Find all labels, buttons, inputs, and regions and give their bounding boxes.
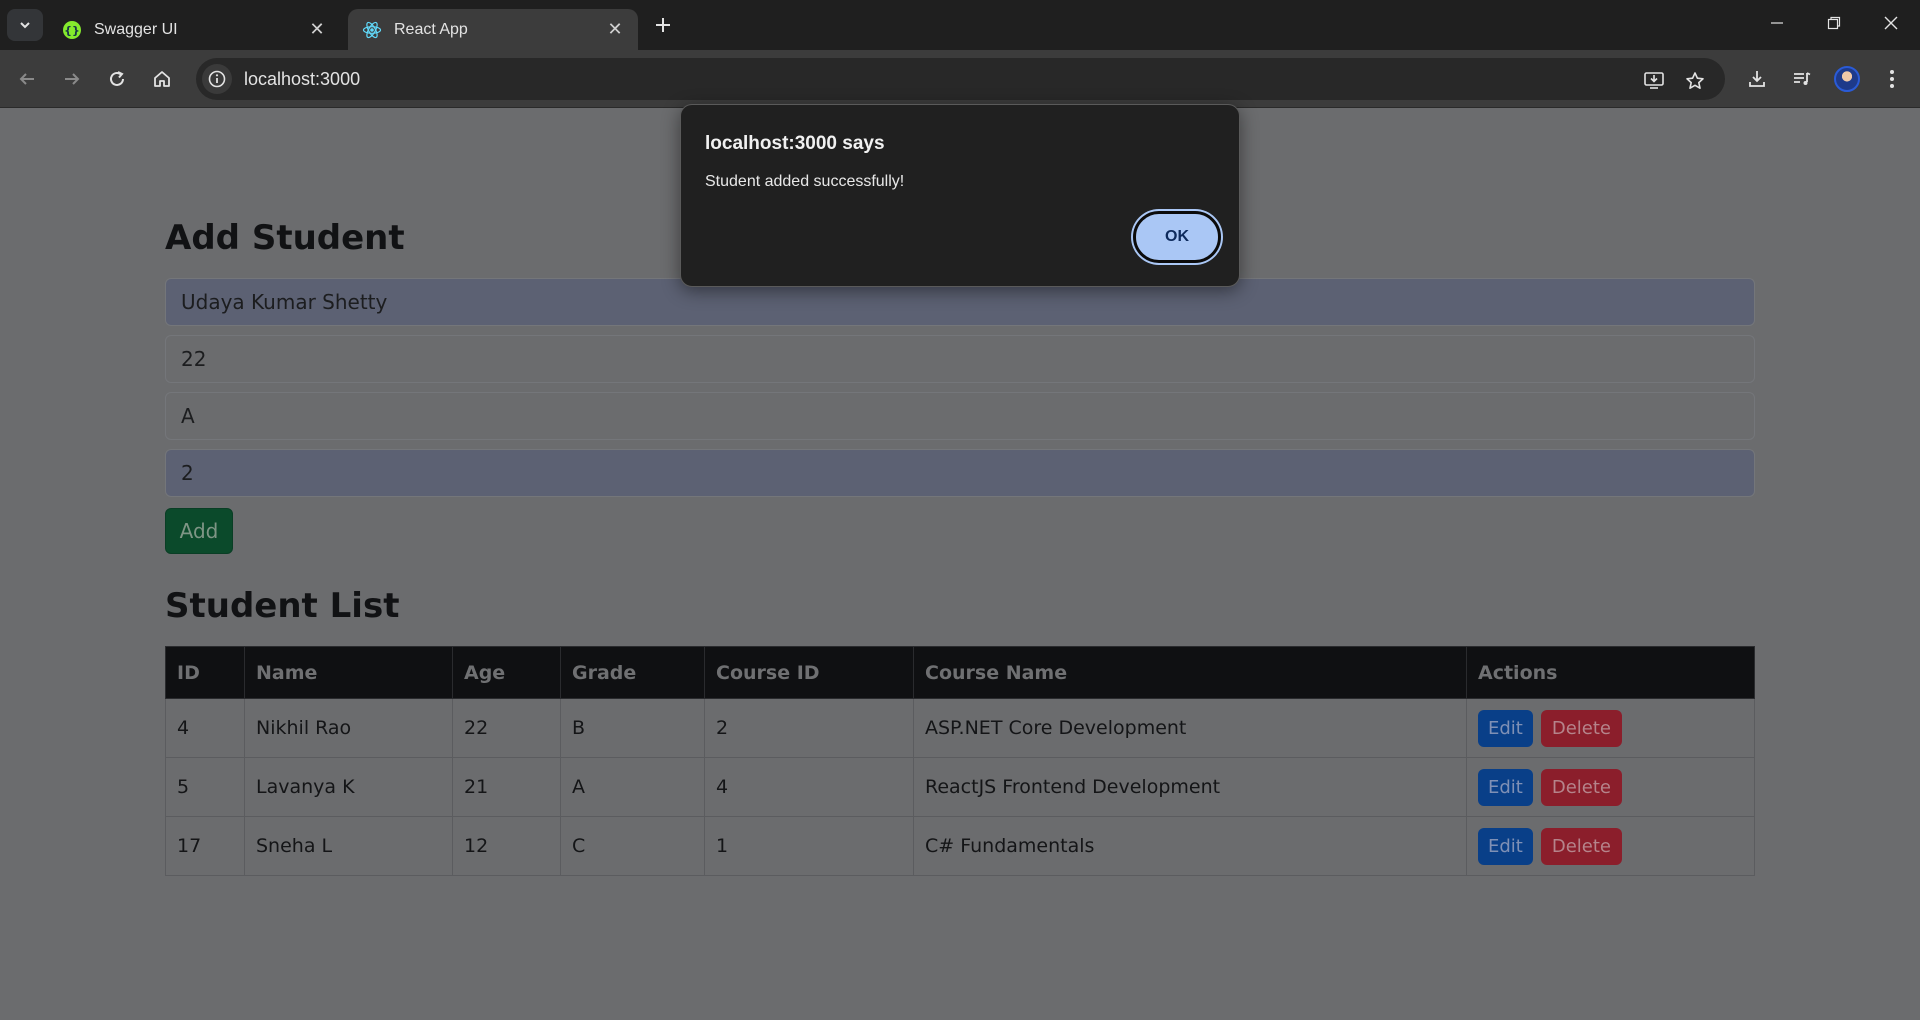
- cell-course-name: ASP.NET Core Development: [913, 698, 1467, 758]
- minimize-icon: [1771, 22, 1783, 24]
- info-icon: [208, 70, 226, 88]
- close-window-button[interactable]: [1871, 8, 1911, 38]
- svg-text:{}: {}: [64, 24, 80, 37]
- reload-icon: [110, 71, 124, 86]
- add-button[interactable]: Add: [165, 508, 233, 554]
- react-favicon-icon: [362, 20, 382, 40]
- cell-grade: C: [560, 816, 705, 876]
- dialog-message: Student added successfully!: [705, 173, 905, 190]
- alert-dialog: localhost:3000 says Student added succes…: [680, 104, 1240, 287]
- edit-button[interactable]: Edit: [1478, 709, 1533, 747]
- column-header-grade: Grade: [560, 646, 705, 699]
- cell-name: Lavanya K: [244, 757, 453, 817]
- column-header-actions: Actions: [1466, 646, 1755, 699]
- course-id-input[interactable]: 2: [165, 449, 1755, 497]
- url-text: localhost:3000: [244, 68, 361, 89]
- restore-button[interactable]: [1814, 8, 1854, 38]
- install-app-button[interactable]: [1639, 66, 1669, 96]
- arrow-right-icon: [65, 73, 80, 85]
- grade-input[interactable]: A: [165, 392, 1755, 440]
- tab-react-app[interactable]: React App ✕: [348, 9, 638, 50]
- tab-title: Swagger UI: [94, 20, 178, 38]
- downloads-button[interactable]: [1740, 62, 1774, 96]
- close-icon: [1884, 16, 1898, 30]
- reload-button[interactable]: [100, 62, 134, 96]
- download-icon: [1749, 71, 1765, 87]
- plus-icon: [656, 18, 670, 32]
- chevron-down-icon: [20, 22, 30, 29]
- media-controls-button[interactable]: [1785, 62, 1819, 96]
- swagger-favicon-icon: {}: [62, 20, 82, 40]
- arrow-left-icon: [19, 73, 34, 85]
- column-header-course-name: Course Name: [913, 646, 1467, 699]
- cell-actions: Edit Delete: [1466, 757, 1755, 817]
- bookmark-button[interactable]: [1680, 66, 1710, 96]
- cell-actions: Edit Delete: [1466, 698, 1755, 758]
- cell-id: 4: [165, 698, 245, 758]
- close-tab-icon[interactable]: ✕: [604, 19, 626, 41]
- minimize-button[interactable]: [1757, 8, 1797, 38]
- tab-swagger-ui[interactable]: {} Swagger UI ✕: [48, 9, 340, 50]
- avatar: [1834, 66, 1860, 92]
- student-table: ID Name Age Grade Course ID Course Name …: [165, 646, 1755, 876]
- forward-button[interactable]: [55, 62, 89, 96]
- cell-grade: B: [560, 698, 705, 758]
- menu-button[interactable]: [1875, 62, 1909, 96]
- cell-course-name: C# Fundamentals: [913, 816, 1467, 876]
- table-row: 5 Lavanya K 21 A 4 ReactJS Frontend Deve…: [165, 757, 1755, 817]
- star-icon: [1686, 72, 1704, 89]
- edit-button[interactable]: Edit: [1478, 768, 1533, 806]
- address-bar[interactable]: localhost:3000: [196, 58, 1725, 100]
- tab-search-button[interactable]: [7, 9, 43, 41]
- cell-age: 12: [452, 816, 561, 876]
- column-header-id: ID: [165, 646, 245, 699]
- playlist-icon: [1794, 72, 1811, 85]
- column-header-course-id: Course ID: [704, 646, 914, 699]
- age-input[interactable]: 22: [165, 335, 1755, 383]
- cell-course-name: ReactJS Frontend Development: [913, 757, 1467, 817]
- table-header-row: ID Name Age Grade Course ID Course Name …: [165, 646, 1755, 699]
- cell-id: 5: [165, 757, 245, 817]
- back-button[interactable]: [10, 62, 44, 96]
- add-student-heading: Add Student: [165, 218, 405, 258]
- cell-course-id: 2: [704, 698, 914, 758]
- close-tab-icon[interactable]: ✕: [306, 19, 328, 41]
- tab-title: React App: [394, 20, 468, 38]
- cell-id: 17: [165, 816, 245, 876]
- new-tab-button[interactable]: [650, 12, 676, 38]
- browser-toolbar: localhost:3000: [0, 50, 1920, 108]
- site-info-button[interactable]: [202, 64, 232, 94]
- tab-strip: {} Swagger UI ✕ React App ✕: [0, 0, 1920, 50]
- cell-age: 22: [452, 698, 561, 758]
- more-vert-icon: [1890, 70, 1894, 88]
- ok-button[interactable]: OK: [1133, 211, 1221, 263]
- profile-button[interactable]: [1830, 62, 1864, 96]
- table-row: 4 Nikhil Rao 22 B 2 ASP.NET Core Develop…: [165, 698, 1755, 758]
- edit-button[interactable]: Edit: [1478, 827, 1533, 865]
- table-row: 17 Sneha L 12 C 1 C# Fundamentals Edit De…: [165, 816, 1755, 876]
- column-header-name: Name: [244, 646, 453, 699]
- cell-course-id: 1: [704, 816, 914, 876]
- cell-name: Sneha L: [244, 816, 453, 876]
- install-app-icon: [1644, 72, 1664, 89]
- column-header-age: Age: [452, 646, 561, 699]
- home-button[interactable]: [145, 62, 179, 96]
- dialog-title: localhost:3000 says: [705, 133, 885, 154]
- delete-button[interactable]: Delete: [1540, 827, 1623, 865]
- cell-course-id: 4: [704, 757, 914, 817]
- home-icon: [154, 71, 170, 87]
- delete-button[interactable]: Delete: [1540, 768, 1623, 806]
- restore-icon: [1827, 16, 1841, 30]
- cell-grade: A: [560, 757, 705, 817]
- delete-button[interactable]: Delete: [1540, 709, 1623, 747]
- cell-name: Nikhil Rao: [244, 698, 453, 758]
- student-list-heading: Student List: [165, 586, 400, 626]
- cell-age: 21: [452, 757, 561, 817]
- cell-actions: Edit Delete: [1466, 816, 1755, 876]
